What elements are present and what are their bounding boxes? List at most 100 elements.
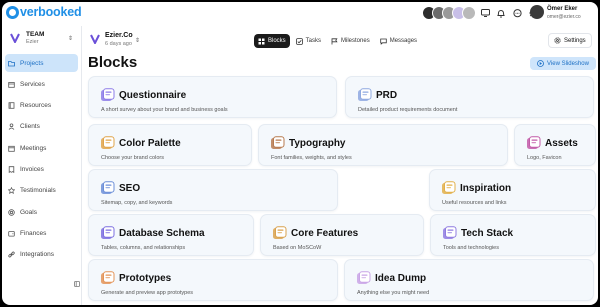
sidebar-item-label: Goals <box>20 208 37 216</box>
tab-label: Messages <box>389 38 418 44</box>
box-icon <box>8 81 15 88</box>
chevron-updown-icon[interactable]: ⇕ <box>135 37 140 44</box>
block-card-seo[interactable]: SEO Sitemap, copy, and keywords <box>88 169 338 211</box>
block-title: Idea Dump <box>375 273 427 284</box>
block-card-idea-dump[interactable]: Idea Dump Anything else you might need <box>344 259 594 301</box>
block-description: Anything else you might need <box>357 290 430 296</box>
sidebar-item-meetings[interactable]: Meetings <box>5 139 78 157</box>
chat-bubble-icon[interactable] <box>512 8 522 18</box>
collapse-sidebar-icon[interactable] <box>74 281 80 287</box>
tab-label: Blocks <box>268 38 286 44</box>
block-title: Inspiration <box>460 183 512 194</box>
tab-bar: Blocks Tasks Milestones Messages <box>254 34 421 48</box>
block-title: Questionnaire <box>119 90 187 101</box>
techstack-icon <box>442 226 457 241</box>
tab-milestones[interactable]: Milestones <box>327 34 374 48</box>
block-card-typography[interactable]: Typography Font families, weights, and st… <box>258 124 508 166</box>
sidebar-item-invoices[interactable]: Invoices <box>5 160 78 178</box>
check-icon <box>295 37 303 45</box>
block-description: Font families, weights, and styles <box>271 155 352 161</box>
block-title: PRD <box>376 90 398 101</box>
block-card-database-schema[interactable]: Database Schema Tables, columns, and rela… <box>88 214 254 256</box>
bell-icon[interactable] <box>496 8 506 18</box>
tab-label: Tasks <box>305 38 322 44</box>
gear-icon <box>554 37 561 44</box>
sidebar-item-clients[interactable]: Clients <box>5 118 78 136</box>
questionnaire-icon <box>100 88 115 103</box>
folder-icon <box>8 60 15 67</box>
prototype-icon <box>100 271 115 286</box>
user-email: omer@ezier.co <box>547 14 581 20</box>
block-title: Database Schema <box>119 228 205 239</box>
block-card-prototypes[interactable]: Prototypes Generate and preview app proto… <box>88 259 338 301</box>
app-window: verbooked Ömer Eker omer@ezier.co TEAM E… <box>2 2 598 305</box>
page-title: Blocks <box>88 54 138 71</box>
block-card-core-features[interactable]: Core Features Based on MoSCoW <box>260 214 424 256</box>
view-slideshow-button[interactable]: View Slideshow <box>530 57 596 70</box>
sidebar-item-label: Services <box>20 80 45 88</box>
target-icon <box>8 208 15 216</box>
monitor-icon[interactable] <box>480 8 490 18</box>
link-icon <box>8 251 15 258</box>
tab-tasks[interactable]: Tasks <box>292 34 325 48</box>
sidebar-item-finances[interactable]: Finances <box>5 224 78 242</box>
block-card-tech-stack[interactable]: Tech Stack Tools and technologies <box>430 214 596 256</box>
block-description: Tools and technologies <box>443 245 499 251</box>
sidebar-item-testimonials[interactable]: Testimonials <box>5 182 78 200</box>
block-description: Choose your brand colors <box>101 155 164 161</box>
chat-icon <box>380 38 387 45</box>
block-title: Prototypes <box>119 273 172 284</box>
block-title: Assets <box>545 138 578 149</box>
block-card-inspiration[interactable]: Inspiration Useful resources and links <box>429 169 596 211</box>
flag-icon <box>331 37 338 45</box>
tab-blocks[interactable]: Blocks <box>254 34 290 48</box>
block-card-assets[interactable]: Assets Logo, Favicon <box>514 124 596 166</box>
features-icon <box>272 226 287 241</box>
team-logo-icon <box>10 33 20 43</box>
block-title: Tech Stack <box>461 228 514 239</box>
block-description: Useful resources and links <box>442 200 507 206</box>
settings-button[interactable]: Settings <box>548 33 592 48</box>
avatar[interactable] <box>462 6 476 20</box>
sidebar-item-integrations[interactable]: Integrations <box>5 246 78 264</box>
sidebar-item-label: Clients <box>20 123 40 131</box>
block-description: Logo, Favicon <box>527 155 562 161</box>
block-description: Tables, columns, and relationships <box>101 245 186 251</box>
database-icon <box>100 226 115 241</box>
book-icon <box>8 102 15 109</box>
app-logo[interactable]: verbooked <box>6 5 82 19</box>
team-subtitle: Ezier <box>26 39 39 45</box>
block-card-prd[interactable]: PRD Detailed product requirements documen… <box>345 76 594 118</box>
block-title: Core Features <box>291 228 359 239</box>
receipt-icon <box>8 166 15 173</box>
user-avatar[interactable] <box>530 5 544 19</box>
block-description: Based on MoSCoW <box>273 245 322 251</box>
block-card-questionnaire[interactable]: Questionnaire A short survey about your b… <box>88 76 337 118</box>
sidebar-item-goals[interactable]: Goals <box>5 203 78 221</box>
idea-icon <box>356 271 371 286</box>
project-name[interactable]: Ezier.Co <box>105 32 133 39</box>
calendar-icon <box>8 145 15 152</box>
block-description: Detailed product requirements document <box>358 107 458 113</box>
block-card-color-palette[interactable]: Color Palette Choose your brand colors <box>88 124 252 166</box>
block-title: Color Palette <box>119 138 181 149</box>
logo-o-icon <box>6 5 19 19</box>
sidebar-item-services[interactable]: Services <box>5 75 78 93</box>
chevron-updown-icon: ⇕ <box>68 36 74 42</box>
tab-messages[interactable]: Messages <box>376 34 421 48</box>
document-icon <box>357 88 372 103</box>
sidebar-item-label: Projects <box>20 59 44 67</box>
block-description: Generate and preview app prototypes <box>101 290 194 296</box>
star-icon <box>8 187 15 195</box>
sidebar-item-resources[interactable]: Resources <box>5 97 78 115</box>
inspiration-icon <box>441 181 456 196</box>
sidebar-item-label: Invoices <box>20 165 44 173</box>
collaborator-avatars[interactable] <box>422 6 476 20</box>
project-subtitle: 6 days ago <box>105 41 132 47</box>
assets-icon <box>526 136 541 151</box>
sidebar-item-label: Finances <box>20 229 47 237</box>
sidebar-item-projects[interactable]: Projects <box>5 54 78 72</box>
team-switcher[interactable]: TEAM Ezier ⇕ <box>8 31 78 49</box>
sidebar-item-label: Testimonials <box>20 187 56 195</box>
seo-icon <box>100 181 115 196</box>
